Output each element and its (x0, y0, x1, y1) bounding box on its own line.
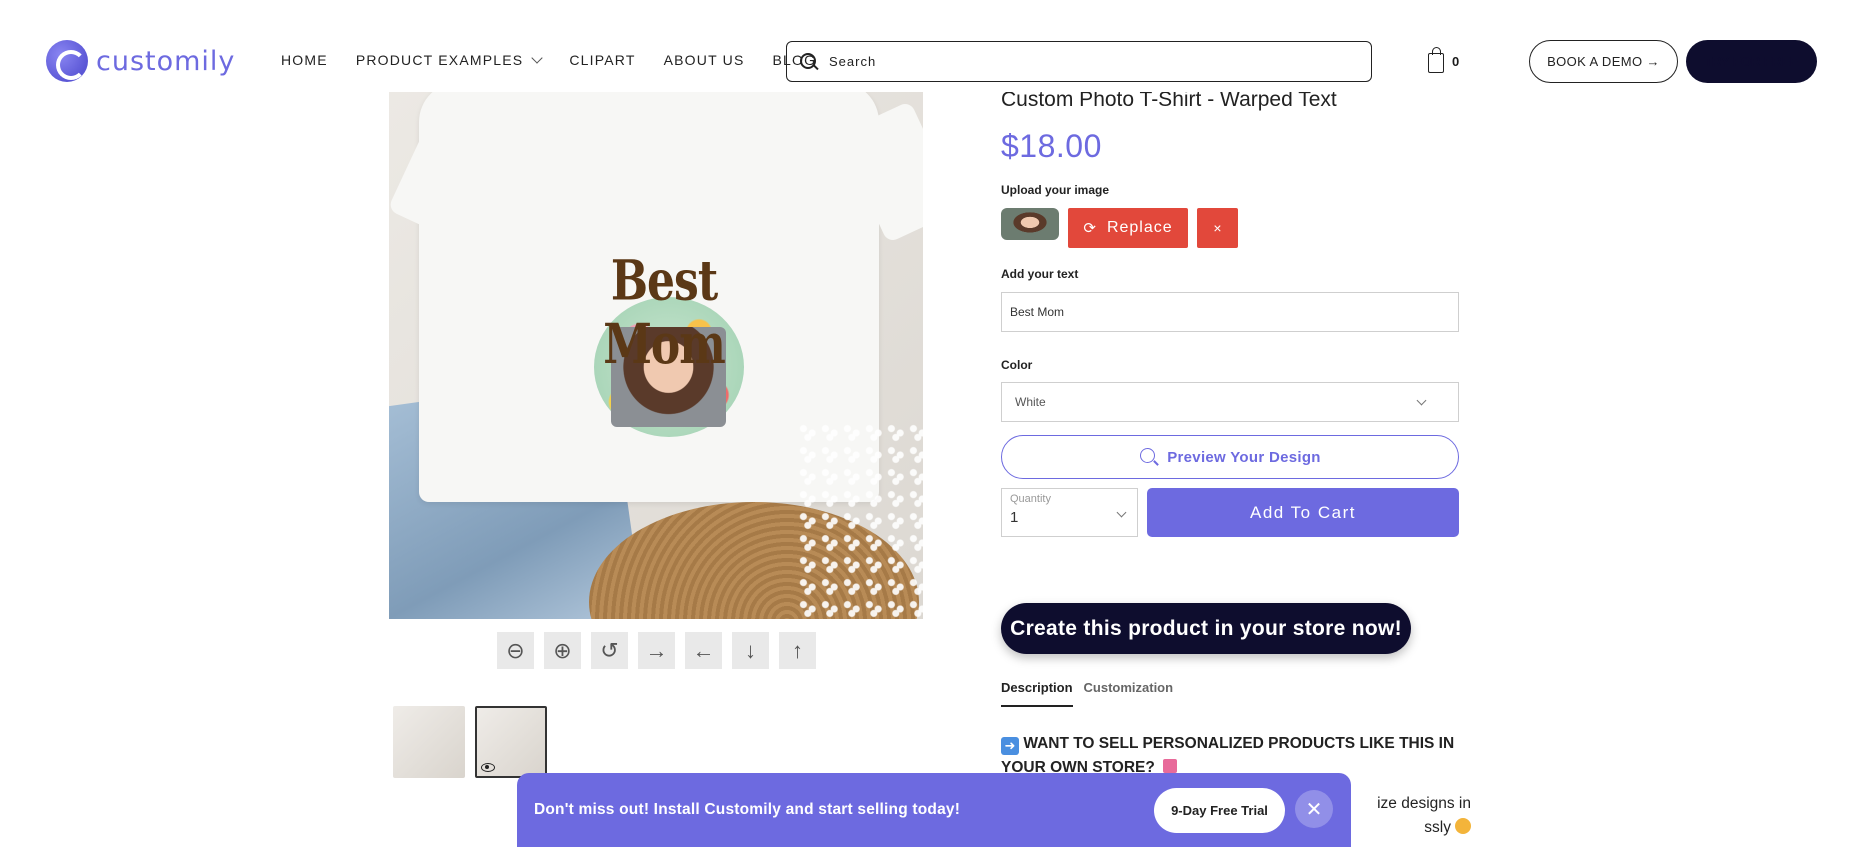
arrow-right-icon[interactable]: → (638, 632, 675, 669)
quantity-select[interactable]: Quantity 1 (1001, 488, 1138, 537)
main-nav: HOME PRODUCT EXAMPLES CLIPART ABOUT US B… (281, 52, 816, 68)
flowers-prop (799, 422, 923, 619)
search-input[interactable] (829, 54, 1329, 69)
headline-text: WANT TO SELL PERSONALIZED PRODUCTS LIKE … (1001, 735, 1455, 776)
remove-image-button[interactable]: × (1197, 208, 1238, 248)
eye-icon (481, 763, 495, 772)
cart-button[interactable]: 0 (1428, 47, 1460, 73)
book-demo-button[interactable]: BOOK A DEMO → (1529, 40, 1678, 83)
nav-about-us[interactable]: ABOUT US (664, 52, 745, 68)
rotate-icon[interactable]: ↺ (591, 632, 628, 669)
custom-text-input[interactable] (1001, 292, 1459, 332)
color-select[interactable]: White (1001, 382, 1459, 422)
product-tabs: Description Customization (1001, 680, 1173, 707)
upload-label: Upload your image (1001, 183, 1110, 197)
zoom-out-icon[interactable]: ⊖ (497, 632, 534, 669)
replace-button[interactable]: ⟳ Replace (1068, 208, 1188, 248)
text-field-label: Add your text (1001, 267, 1079, 281)
left-sleeve (389, 100, 511, 244)
add-to-cart-button[interactable]: Add To Cart (1147, 488, 1459, 537)
arrow-up-icon[interactable]: ↑ (779, 632, 816, 669)
logo-mark-icon (46, 40, 88, 82)
arrow-down-icon[interactable]: ↓ (732, 632, 769, 669)
cart-count: 0 (1452, 54, 1460, 69)
search-icon[interactable] (799, 52, 819, 72)
shopping-bag-icon (1428, 47, 1444, 73)
site-header: customily HOME PRODUCT EXAMPLES CLIPART … (0, 0, 1876, 92)
arrow-right-emoji-icon: ➜ (1001, 737, 1019, 755)
preview-design-button[interactable]: Preview Your Design (1001, 435, 1459, 479)
refresh-icon: ⟳ (1083, 220, 1097, 237)
nav-home[interactable]: HOME (281, 52, 328, 68)
zoom-in-icon[interactable]: ⊕ (544, 632, 581, 669)
tab-description[interactable]: Description (1001, 680, 1073, 707)
product-image: Best Mom (389, 92, 923, 619)
create-product-button[interactable]: Create this product in your store now! (1001, 603, 1411, 654)
promo-banner: Don't miss out! Install Customily and st… (517, 773, 1351, 847)
quantity-value: 1 (1010, 509, 1019, 526)
nav-about-us-label: ABOUT US (663, 52, 745, 68)
search-bar (786, 41, 1372, 82)
nav-clipart[interactable]: CLIPART (569, 52, 635, 68)
color-label: Color (1001, 358, 1033, 372)
try-free-button[interactable]: TRY FOR FREE (1686, 40, 1817, 83)
close-icon[interactable]: ✕ (1295, 790, 1333, 828)
replace-label: Replace (1106, 219, 1173, 236)
image-toolbar: ⊖ ⊕ ↺ → ← ↓ ↑ (497, 632, 816, 669)
thumbnail-1[interactable] (393, 706, 465, 778)
description-line-2: ssly (1424, 819, 1451, 836)
nav-clipart-label: CLIPART (569, 52, 636, 68)
nav-home-label: HOME (281, 52, 328, 68)
logo-text: customily (96, 45, 236, 77)
star-eyes-emoji-icon (1455, 818, 1471, 834)
product-price: $18.00 (1001, 128, 1102, 164)
logo[interactable]: customily (46, 40, 235, 82)
gift-emoji-icon (1163, 759, 1178, 773)
banner-text: Don't miss out! Install Customily and st… (534, 801, 961, 818)
magnifier-icon (1139, 447, 1159, 467)
arrow-left-icon[interactable]: ← (685, 632, 722, 669)
warped-print-text: Best Mom (603, 249, 726, 377)
chevron-down-icon (1416, 395, 1427, 405)
chevron-down-icon (531, 52, 544, 64)
thumbnail-2[interactable] (475, 706, 547, 778)
quantity-label: Quantity (1010, 493, 1051, 505)
thumbnail-gallery (393, 706, 547, 778)
tab-customization[interactable]: Customization (1084, 680, 1174, 707)
right-sleeve (837, 100, 923, 244)
preview-label: Preview Your Design (1167, 448, 1321, 466)
free-trial-button[interactable]: 9-Day Free Trial (1154, 788, 1285, 833)
nav-product-examples-label: PRODUCT EXAMPLES (355, 52, 524, 68)
nav-product-examples[interactable]: PRODUCT EXAMPLES (355, 52, 544, 68)
uploaded-image-thumb (1001, 208, 1059, 240)
color-select-value: White (1015, 395, 1046, 409)
